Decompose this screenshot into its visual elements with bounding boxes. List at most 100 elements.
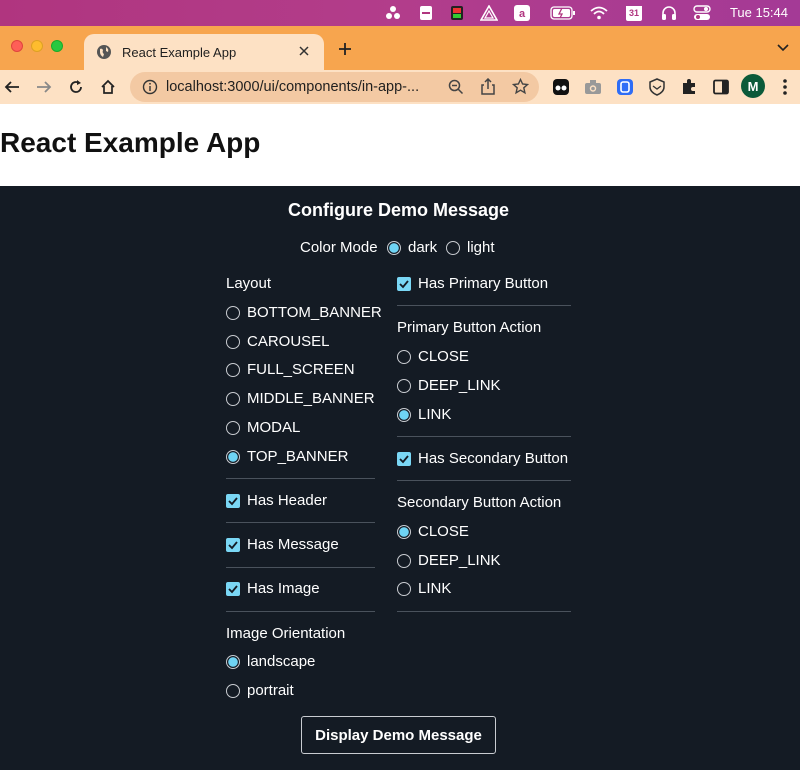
- calendar-icon[interactable]: 31: [625, 4, 643, 22]
- macos-menu-bar: a 31 Tue 15:44: [0, 0, 800, 26]
- site-info-icon[interactable]: [142, 79, 158, 95]
- close-tab-icon[interactable]: [296, 44, 312, 60]
- has-secondary-button-label[interactable]: Has Secondary Button: [418, 450, 568, 467]
- layout-carousel-radio[interactable]: [226, 335, 240, 349]
- calendar-day: 31: [628, 8, 639, 18]
- config-panel: [0, 186, 800, 770]
- document-icon[interactable]: [417, 4, 435, 22]
- layout-modal-label[interactable]: MODAL: [247, 419, 300, 436]
- browser-tab-strip: React Example App: [0, 26, 800, 70]
- headphones-icon[interactable]: [660, 4, 678, 22]
- divider: [226, 478, 375, 479]
- control-center-icon[interactable]: [693, 4, 711, 22]
- svg-text:a: a: [519, 8, 526, 20]
- triangle-icon[interactable]: [480, 4, 498, 22]
- primary-action-deep-link-radio[interactable]: [397, 379, 411, 393]
- has-primary-button-checkbox[interactable]: [397, 277, 411, 291]
- has-image-checkbox[interactable]: [226, 582, 240, 596]
- color-mode-dark-radio[interactable]: [387, 241, 401, 255]
- back-arrow-icon[interactable]: [0, 75, 24, 99]
- primary-action-link-label[interactable]: LINK: [418, 406, 451, 423]
- secondary-action-deep-link-radio[interactable]: [397, 554, 411, 568]
- orientation-landscape-label[interactable]: landscape: [247, 653, 315, 670]
- divider: [226, 567, 375, 568]
- side-panel-icon[interactable]: [709, 75, 733, 99]
- layout-bottom-banner-radio[interactable]: [226, 306, 240, 320]
- orientation-portrait-radio[interactable]: [226, 684, 240, 698]
- divider: [397, 480, 571, 481]
- layout-top-banner-radio[interactable]: [226, 450, 240, 464]
- layout-top-banner-label[interactable]: TOP_BANNER: [247, 448, 348, 465]
- divider: [226, 522, 375, 523]
- primary-button-action-label: Primary Button Action: [397, 319, 542, 336]
- menubar-clock[interactable]: Tue 15:44: [730, 5, 788, 20]
- chevron-down-icon[interactable]: [776, 40, 792, 56]
- color-mode-label: Color Mode: [300, 239, 378, 256]
- battery-icon[interactable]: [550, 4, 576, 22]
- secondary-action-link-label[interactable]: LINK: [418, 580, 451, 597]
- secondary-action-link-radio[interactable]: [397, 582, 411, 596]
- secondary-action-deep-link-label[interactable]: DEEP_LINK: [418, 552, 501, 569]
- home-icon[interactable]: [96, 75, 120, 99]
- more-menu-icon[interactable]: [773, 75, 797, 99]
- bookmark-star-icon[interactable]: [511, 77, 530, 100]
- divider: [226, 611, 375, 612]
- color-mode-light-radio[interactable]: [446, 241, 460, 255]
- has-header-checkbox[interactable]: [226, 494, 240, 508]
- color-mode-light-label[interactable]: light: [467, 239, 495, 256]
- image-orientation-label: Image Orientation: [226, 625, 346, 642]
- has-primary-button-label[interactable]: Has Primary Button: [418, 275, 548, 292]
- secondary-action-close-label[interactable]: CLOSE: [418, 523, 469, 540]
- layout-full-screen-label[interactable]: FULL_SCREEN: [247, 361, 355, 378]
- has-image-label[interactable]: Has Image: [247, 580, 320, 597]
- orientation-landscape-radio[interactable]: [226, 655, 240, 669]
- orientation-portrait-label[interactable]: portrait: [247, 682, 294, 699]
- has-message-checkbox[interactable]: [226, 538, 240, 552]
- tab-react-example-app[interactable]: React Example App: [84, 34, 324, 70]
- divider: [397, 611, 571, 612]
- layout-middle-banner-radio[interactable]: [226, 392, 240, 406]
- close-window-button[interactable]: [11, 40, 23, 52]
- address-bar[interactable]: localhost:3000/ui/components/in-app-...: [130, 72, 539, 102]
- color-mode-dark-label[interactable]: dark: [408, 239, 437, 256]
- layout-carousel-label[interactable]: CAROUSEL: [247, 333, 330, 350]
- battery-status-icon[interactable]: [448, 4, 466, 22]
- extensions-puzzle-icon[interactable]: [677, 75, 701, 99]
- wifi-icon[interactable]: [590, 4, 608, 22]
- shield-icon[interactable]: [645, 75, 669, 99]
- primary-action-deep-link-label[interactable]: DEEP_LINK: [418, 377, 501, 394]
- minimize-window-button[interactable]: [31, 40, 43, 52]
- secondary-button-action-label: Secondary Button Action: [397, 494, 562, 511]
- extension-glasses-icon[interactable]: [549, 75, 573, 99]
- primary-action-close-label[interactable]: CLOSE: [418, 348, 469, 365]
- layout-modal-radio[interactable]: [226, 421, 240, 435]
- new-tab-icon[interactable]: [334, 39, 356, 61]
- layout-label: Layout: [226, 275, 272, 292]
- dots-icon[interactable]: [384, 4, 402, 22]
- secondary-action-close-radio[interactable]: [397, 525, 411, 539]
- avatar[interactable]: M: [741, 74, 765, 98]
- primary-action-link-radio[interactable]: [397, 408, 411, 422]
- amazon-icon[interactable]: a: [513, 4, 531, 22]
- globe-icon: [97, 45, 111, 59]
- divider: [397, 436, 571, 437]
- zoom-window-button[interactable]: [51, 40, 63, 52]
- share-icon[interactable]: [480, 77, 496, 101]
- bookmark-extension-icon[interactable]: [613, 75, 637, 99]
- camera-icon[interactable]: [581, 75, 605, 99]
- zoom-out-icon[interactable]: [448, 79, 464, 100]
- reload-icon[interactable]: [64, 75, 88, 99]
- layout-bottom-banner-label[interactable]: BOTTOM_BANNER: [247, 304, 382, 321]
- has-secondary-button-checkbox[interactable]: [397, 452, 411, 466]
- config-title: Configure Demo Message: [287, 200, 510, 220]
- url-text[interactable]: localhost:3000/ui/components/in-app-...: [166, 79, 436, 95]
- forward-arrow-icon[interactable]: [32, 75, 56, 99]
- browser-toolbar: localhost:3000/ui/components/in-app-...: [0, 70, 800, 104]
- page-title: React Example App: [0, 127, 261, 158]
- has-message-label[interactable]: Has Message: [247, 536, 339, 553]
- has-header-label[interactable]: Has Header: [247, 492, 327, 509]
- layout-middle-banner-label[interactable]: MIDDLE_BANNER: [247, 390, 375, 407]
- display-demo-message-button[interactable]: Display Demo Message: [301, 716, 496, 754]
- primary-action-close-radio[interactable]: [397, 350, 411, 364]
- layout-full-screen-radio[interactable]: [226, 363, 240, 377]
